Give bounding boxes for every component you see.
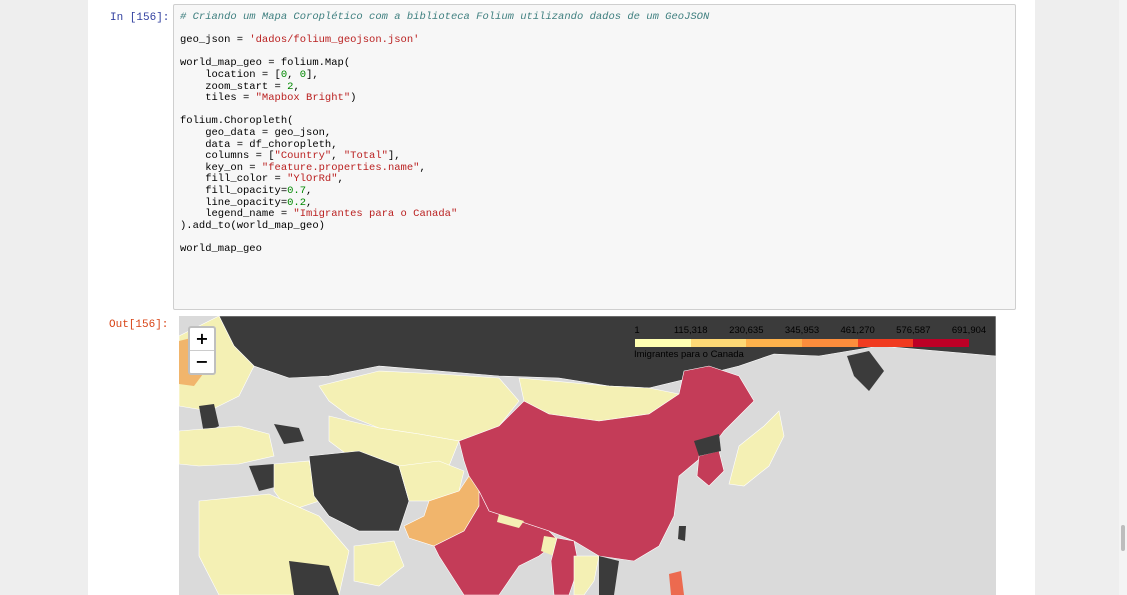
code-token: zoom_start = xyxy=(180,80,288,93)
code-editor[interactable]: # Criando um Mapa Coroplético com a bibl… xyxy=(180,11,710,256)
code-token: geo_json = xyxy=(180,34,250,47)
code-token: location = [ xyxy=(180,68,281,81)
code-token: # Criando um Mapa Coroplético com a bibl… xyxy=(180,11,710,23)
code-token: "Mapbox Bright" xyxy=(255,92,351,105)
code-token: , xyxy=(287,68,300,81)
legend-tick-label: 1 xyxy=(634,325,640,336)
code-token: "Total" xyxy=(343,150,388,163)
zoom-control: + − xyxy=(188,326,216,375)
code-line: tiles = "Mapbox Bright") xyxy=(180,92,709,105)
legend-tick-label: 691,904 xyxy=(951,325,987,336)
code-token: folium.Choropleth( xyxy=(180,115,294,128)
region-taiwan xyxy=(678,526,686,541)
code-token: 'dados/folium_geojson.json' xyxy=(249,34,420,47)
code-token: line_opacity= xyxy=(180,196,288,209)
legend-tick-label: 230,635 xyxy=(729,325,764,336)
output-prompt: Out[156]: xyxy=(109,319,169,331)
legend-swatch xyxy=(857,339,914,347)
code-token: ) xyxy=(350,92,357,105)
code-cell-input[interactable]: # Criando um Mapa Coroplético com a bibl… xyxy=(173,4,1016,310)
code-line: geo_json = 'dados/folium_geojson.json' xyxy=(180,34,709,47)
code-token: fill_color = xyxy=(180,173,288,186)
code-token: "YlOrRd" xyxy=(287,173,338,186)
code-token: geo_data = geo_json, xyxy=(180,126,332,139)
code-token: 0.2 xyxy=(287,196,307,209)
legend-tick-label: 461,270 xyxy=(840,325,875,336)
legend-swatch xyxy=(746,339,803,347)
legend-tick-label: 345,953 xyxy=(784,325,820,336)
scrollbar-thumb[interactable] xyxy=(1121,525,1125,551)
code-line: # Criando um Mapa Coroplético com a bibl… xyxy=(180,11,710,24)
code-token: , xyxy=(306,184,313,197)
legend-swatch xyxy=(802,339,858,347)
code-token: tiles = xyxy=(180,92,256,105)
input-prompt: In [156]: xyxy=(110,12,170,24)
code-token: columns = [ xyxy=(180,150,275,163)
legend-color-bar xyxy=(635,339,970,347)
code-token: "feature.properties.name" xyxy=(261,161,420,174)
zoom-out-button[interactable]: − xyxy=(190,351,214,373)
code-token: world_map_geo = folium.Map( xyxy=(180,57,351,70)
code-line: ).add_to(world_map_geo) xyxy=(180,219,709,233)
code-line: world_map_geo xyxy=(180,242,709,256)
legend-swatch xyxy=(913,339,970,347)
legend-tick-label: 576,587 xyxy=(896,325,931,336)
map-legend: 1 115,318 230,635 345,953 461,270 576,587 691,… xyxy=(631,324,991,366)
code-token: legend_name = xyxy=(180,208,294,221)
code-token: data = df_choropleth, xyxy=(180,138,338,151)
code-token: "Country" xyxy=(274,150,332,163)
code-token: , xyxy=(293,80,300,93)
choropleth-map[interactable]: + − 1 115,318 230,635 345,953 461,270 576,587… xyxy=(179,316,996,595)
code-token: , xyxy=(419,161,426,174)
code-token: "Imigrantes para o Canada" xyxy=(293,208,458,221)
code-token: , xyxy=(331,150,344,163)
code-token: ], xyxy=(306,68,319,81)
code-token: , xyxy=(337,173,344,186)
code-token: world_map_geo xyxy=(180,242,262,255)
code-token: ], xyxy=(387,150,401,163)
legend-swatch xyxy=(635,339,691,347)
scrollbar-track[interactable] xyxy=(1119,0,1127,595)
code-token: key_on = xyxy=(180,161,262,174)
code-token: 0.7 xyxy=(287,184,307,197)
legend-swatch xyxy=(690,339,747,347)
code-token: , xyxy=(306,196,313,209)
code-token: ).add_to(world_map_geo) xyxy=(180,219,325,232)
code-token: fill_opacity= xyxy=(180,184,288,197)
legend-caption: Imigrantes para o Canada xyxy=(634,349,744,360)
page-margin xyxy=(1035,0,1127,595)
legend-tick-label: 115,318 xyxy=(673,325,708,336)
zoom-in-button[interactable]: + xyxy=(190,328,214,351)
